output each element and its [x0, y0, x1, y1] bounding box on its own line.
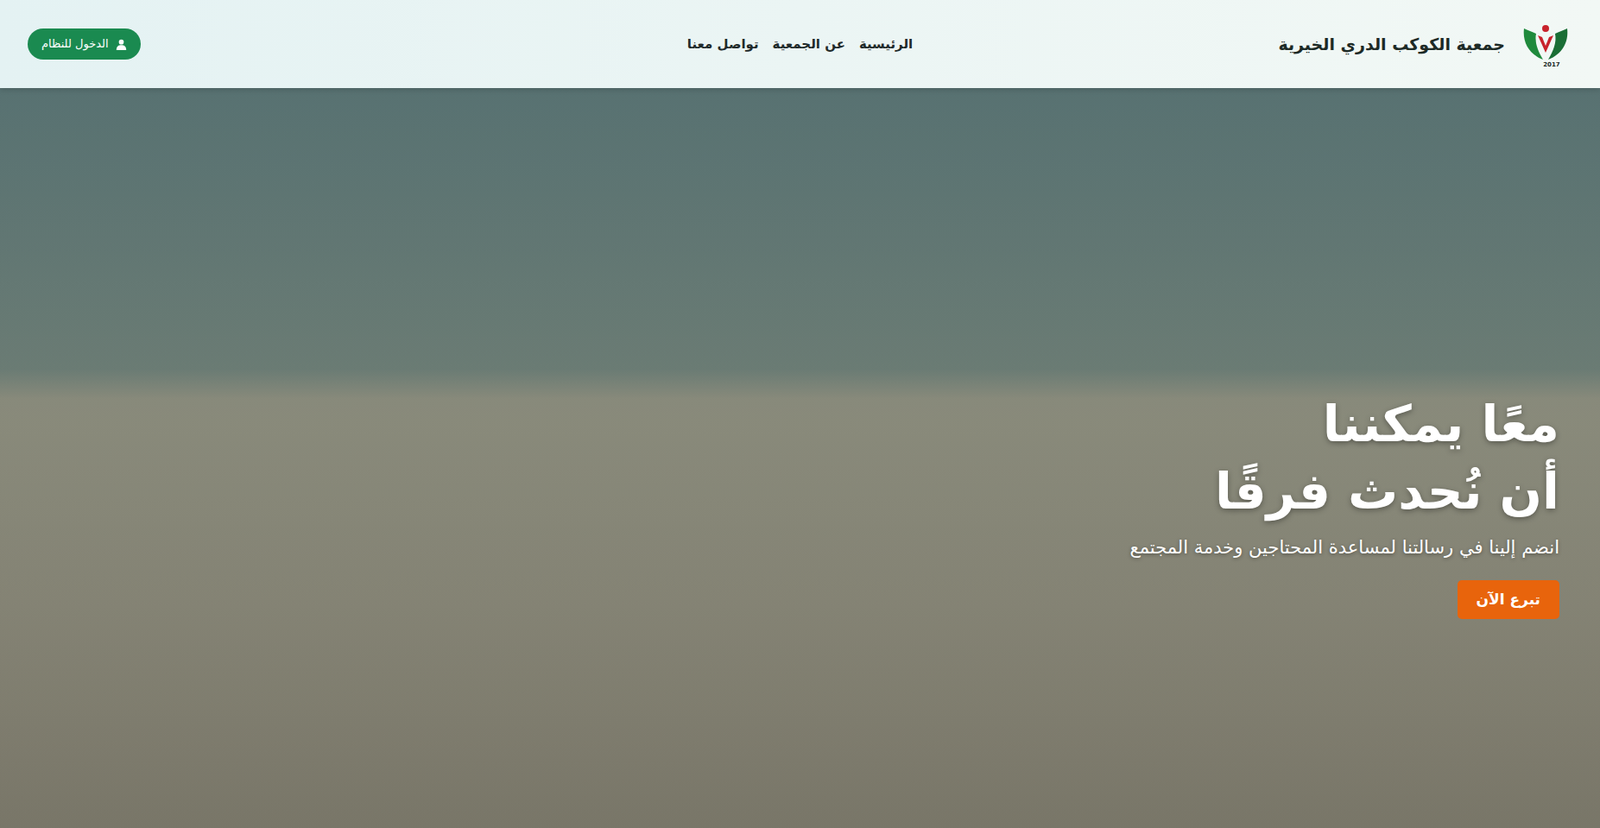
login-button[interactable]: الدخول للنظام: [27, 28, 141, 60]
login-area: الدخول للنظام: [27, 28, 688, 60]
brand[interactable]: 2017 جمعية الكوكب الدري الخيرية: [912, 19, 1573, 69]
logo-year: 2017: [1543, 61, 1561, 69]
nav-link[interactable]: عن الجمعية: [772, 34, 846, 55]
nav-link[interactable]: الرئيسية: [859, 34, 913, 55]
donate-button[interactable]: تبرع الآن: [1457, 580, 1560, 620]
logo-icon: 2017: [1518, 19, 1573, 69]
hero-title-line: معًا يمكننا: [1214, 390, 1560, 458]
login-label: الدخول للنظام: [41, 35, 109, 53]
top-bar: 2017 جمعية الكوكب الدري الخيرية الرئيسية عن…: [0, 0, 1600, 89]
hero-title: معًا يمكنناأن نُحدث فرقًا: [1214, 390, 1560, 526]
person-icon: [115, 38, 127, 51]
hero-title-line: أن نُحدث فرقًا: [1214, 457, 1560, 525]
main-nav: الرئيسية عن الجمعية تواصل معنا: [687, 34, 913, 55]
brand-name[interactable]: جمعية الكوكب الدري الخيرية: [1277, 31, 1506, 57]
hero-subtitle: انضم إلينا في رسالتنا لمساعدة المحتاجين …: [1130, 534, 1560, 563]
hero-section: معًا يمكنناأن نُحدث فرقًا انضم إلينا في ر…: [0, 88, 1600, 828]
nav-link[interactable]: تواصل معنا: [687, 34, 759, 55]
